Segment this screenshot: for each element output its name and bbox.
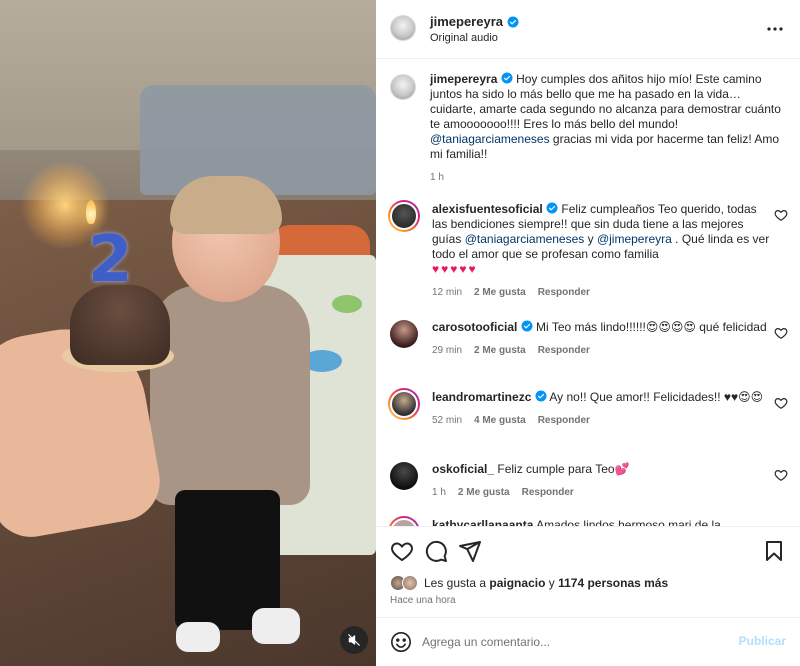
media-child-body	[150, 285, 310, 505]
comment-mention[interactable]: @jimepereyra	[597, 232, 672, 246]
comments-list[interactable]: jimepereyra Hoy cumples dos añitos hijo …	[376, 60, 800, 526]
verified-icon	[501, 72, 513, 84]
caption-meta: 1 h	[430, 170, 785, 185]
author-avatar[interactable]	[390, 15, 416, 41]
post-actions: Les gusta a paignacio y 1174 personas má…	[376, 526, 800, 666]
media-sock-left	[176, 622, 220, 652]
save-icon[interactable]	[762, 539, 786, 563]
comment-composer: Publicar	[376, 617, 800, 666]
post-header: jimepereyra Original audio	[376, 0, 800, 59]
post-panel: jimepereyra Original audio jimepereyra H…	[376, 0, 800, 666]
comment-username[interactable]: carosotooficial	[432, 320, 517, 334]
like-icon[interactable]	[774, 396, 788, 410]
emoji-icon[interactable]	[390, 631, 412, 653]
comment-meta: 52 min 4 Me gusta Responder	[432, 413, 772, 428]
comment-username[interactable]: alexisfuentesoficial	[432, 202, 543, 216]
comment-username[interactable]: kathycarllanaanta	[432, 518, 533, 526]
post-comment-button[interactable]: Publicar	[739, 634, 786, 648]
share-icon[interactable]	[458, 539, 482, 563]
comment-text: Amados lindos hermoso mari de la	[533, 518, 721, 526]
media-candle-flame	[86, 200, 96, 224]
author-username-row[interactable]: jimepereyra	[430, 14, 519, 29]
comment-input[interactable]	[422, 630, 722, 654]
caption-time[interactable]: 1 h	[430, 170, 444, 185]
comment-likes[interactable]: 2 Me gusta	[474, 343, 526, 358]
liker-avatar	[402, 575, 418, 591]
comment-mention[interactable]: @taniagarciameneses	[465, 232, 585, 246]
more-options-icon	[767, 27, 783, 31]
comment-body: leandromartinezc Ay no!! Que amor!! Feli…	[432, 390, 772, 428]
audio-label[interactable]: Original audio	[430, 32, 498, 44]
likes-text: Les gusta a paignacio y 1174 personas má…	[424, 576, 668, 590]
comment-likes[interactable]: 2 Me gusta	[458, 485, 510, 500]
verified-icon	[546, 202, 558, 214]
action-buttons	[390, 539, 786, 565]
comment-avatar-ring[interactable]	[388, 516, 420, 526]
comment-time[interactable]: 29 min	[432, 343, 462, 358]
comment-body: kathycarllanaanta Amados lindos hermoso …	[432, 518, 772, 526]
media-candle-number: 2	[88, 223, 133, 297]
like-icon[interactable]	[774, 326, 788, 340]
mute-icon	[348, 634, 360, 646]
mute-button[interactable]	[340, 626, 368, 654]
comment-icon[interactable]	[424, 539, 448, 563]
more-options-button[interactable]	[766, 20, 784, 38]
comment-body: oskoficial_ Feliz cumple para Teo💕 1 h 2…	[432, 462, 772, 500]
comment-time[interactable]: 1 h	[432, 485, 446, 500]
comment-time[interactable]: 12 min	[432, 285, 462, 300]
reply-button[interactable]: Responder	[522, 485, 574, 500]
comment-emoji: ♥♥♥♥♥	[432, 262, 478, 276]
likes-mid: y	[545, 576, 559, 590]
caption-avatar[interactable]	[390, 74, 416, 100]
reply-button[interactable]: Responder	[538, 413, 590, 428]
author-username[interactable]: jimepereyra	[430, 14, 503, 29]
caption-text: jimepereyra Hoy cumples dos añitos hijo …	[430, 72, 785, 185]
comment-body: alexisfuentesoficial Feliz cumpleaños Te…	[432, 202, 772, 300]
comment-avatar-ring[interactable]	[388, 200, 420, 232]
comment-username[interactable]: oskoficial_	[432, 462, 494, 476]
media-child-hair	[170, 176, 282, 234]
comment-username[interactable]: leandromartinezc	[432, 390, 531, 404]
comment-avatar-ring[interactable]	[388, 388, 420, 420]
likers-avatars[interactable]	[390, 575, 418, 591]
comment-meta: 12 min 2 Me gusta Responder	[432, 285, 772, 300]
likes-prefix: Les gusta a	[424, 576, 490, 590]
likes-summary: Les gusta a paignacio y 1174 personas má…	[390, 575, 668, 591]
like-icon[interactable]	[774, 468, 788, 482]
comment-text: y	[584, 232, 597, 246]
media-cake	[70, 285, 170, 365]
post-timestamp[interactable]: Hace una hora	[390, 595, 456, 606]
reply-button[interactable]: Responder	[538, 285, 590, 300]
comment-likes[interactable]: 2 Me gusta	[474, 285, 526, 300]
comment-body: carosotooficial Mi Teo más lindo!!!!!!😍😍…	[432, 320, 772, 358]
liker-username[interactable]: paignacio	[489, 576, 545, 590]
comment-avatar[interactable]	[390, 320, 418, 348]
comment-meta: 1 h 2 Me gusta Responder	[432, 485, 772, 500]
likes-others[interactable]: 1174 personas más	[558, 576, 668, 590]
comment-meta: 29 min 2 Me gusta Responder	[432, 343, 772, 358]
media-sock-right	[252, 608, 300, 644]
reply-button[interactable]: Responder	[538, 343, 590, 358]
verified-icon	[507, 16, 519, 27]
comment-likes[interactable]: 4 Me gusta	[474, 413, 526, 428]
comment-time[interactable]: 52 min	[432, 413, 462, 428]
comment-avatar[interactable]	[390, 462, 418, 490]
verified-icon	[521, 320, 533, 332]
caption-mention[interactable]: @taniagarciameneses	[430, 132, 550, 146]
like-icon[interactable]	[774, 208, 788, 222]
comment-text: Mi Teo más lindo!!!!!!😍😍😍😍 qué felicidad	[532, 320, 767, 334]
post-media[interactable]: 2	[0, 0, 376, 666]
verified-icon	[535, 390, 547, 402]
media-sofa	[140, 85, 376, 195]
caption-username[interactable]: jimepereyra	[430, 72, 497, 86]
like-icon[interactable]	[390, 539, 414, 563]
comment-text: Feliz cumple para Teo💕	[494, 462, 630, 476]
comment-text: Ay no!! Que amor!! Felicidades!! ♥♥😍😍	[546, 390, 764, 404]
